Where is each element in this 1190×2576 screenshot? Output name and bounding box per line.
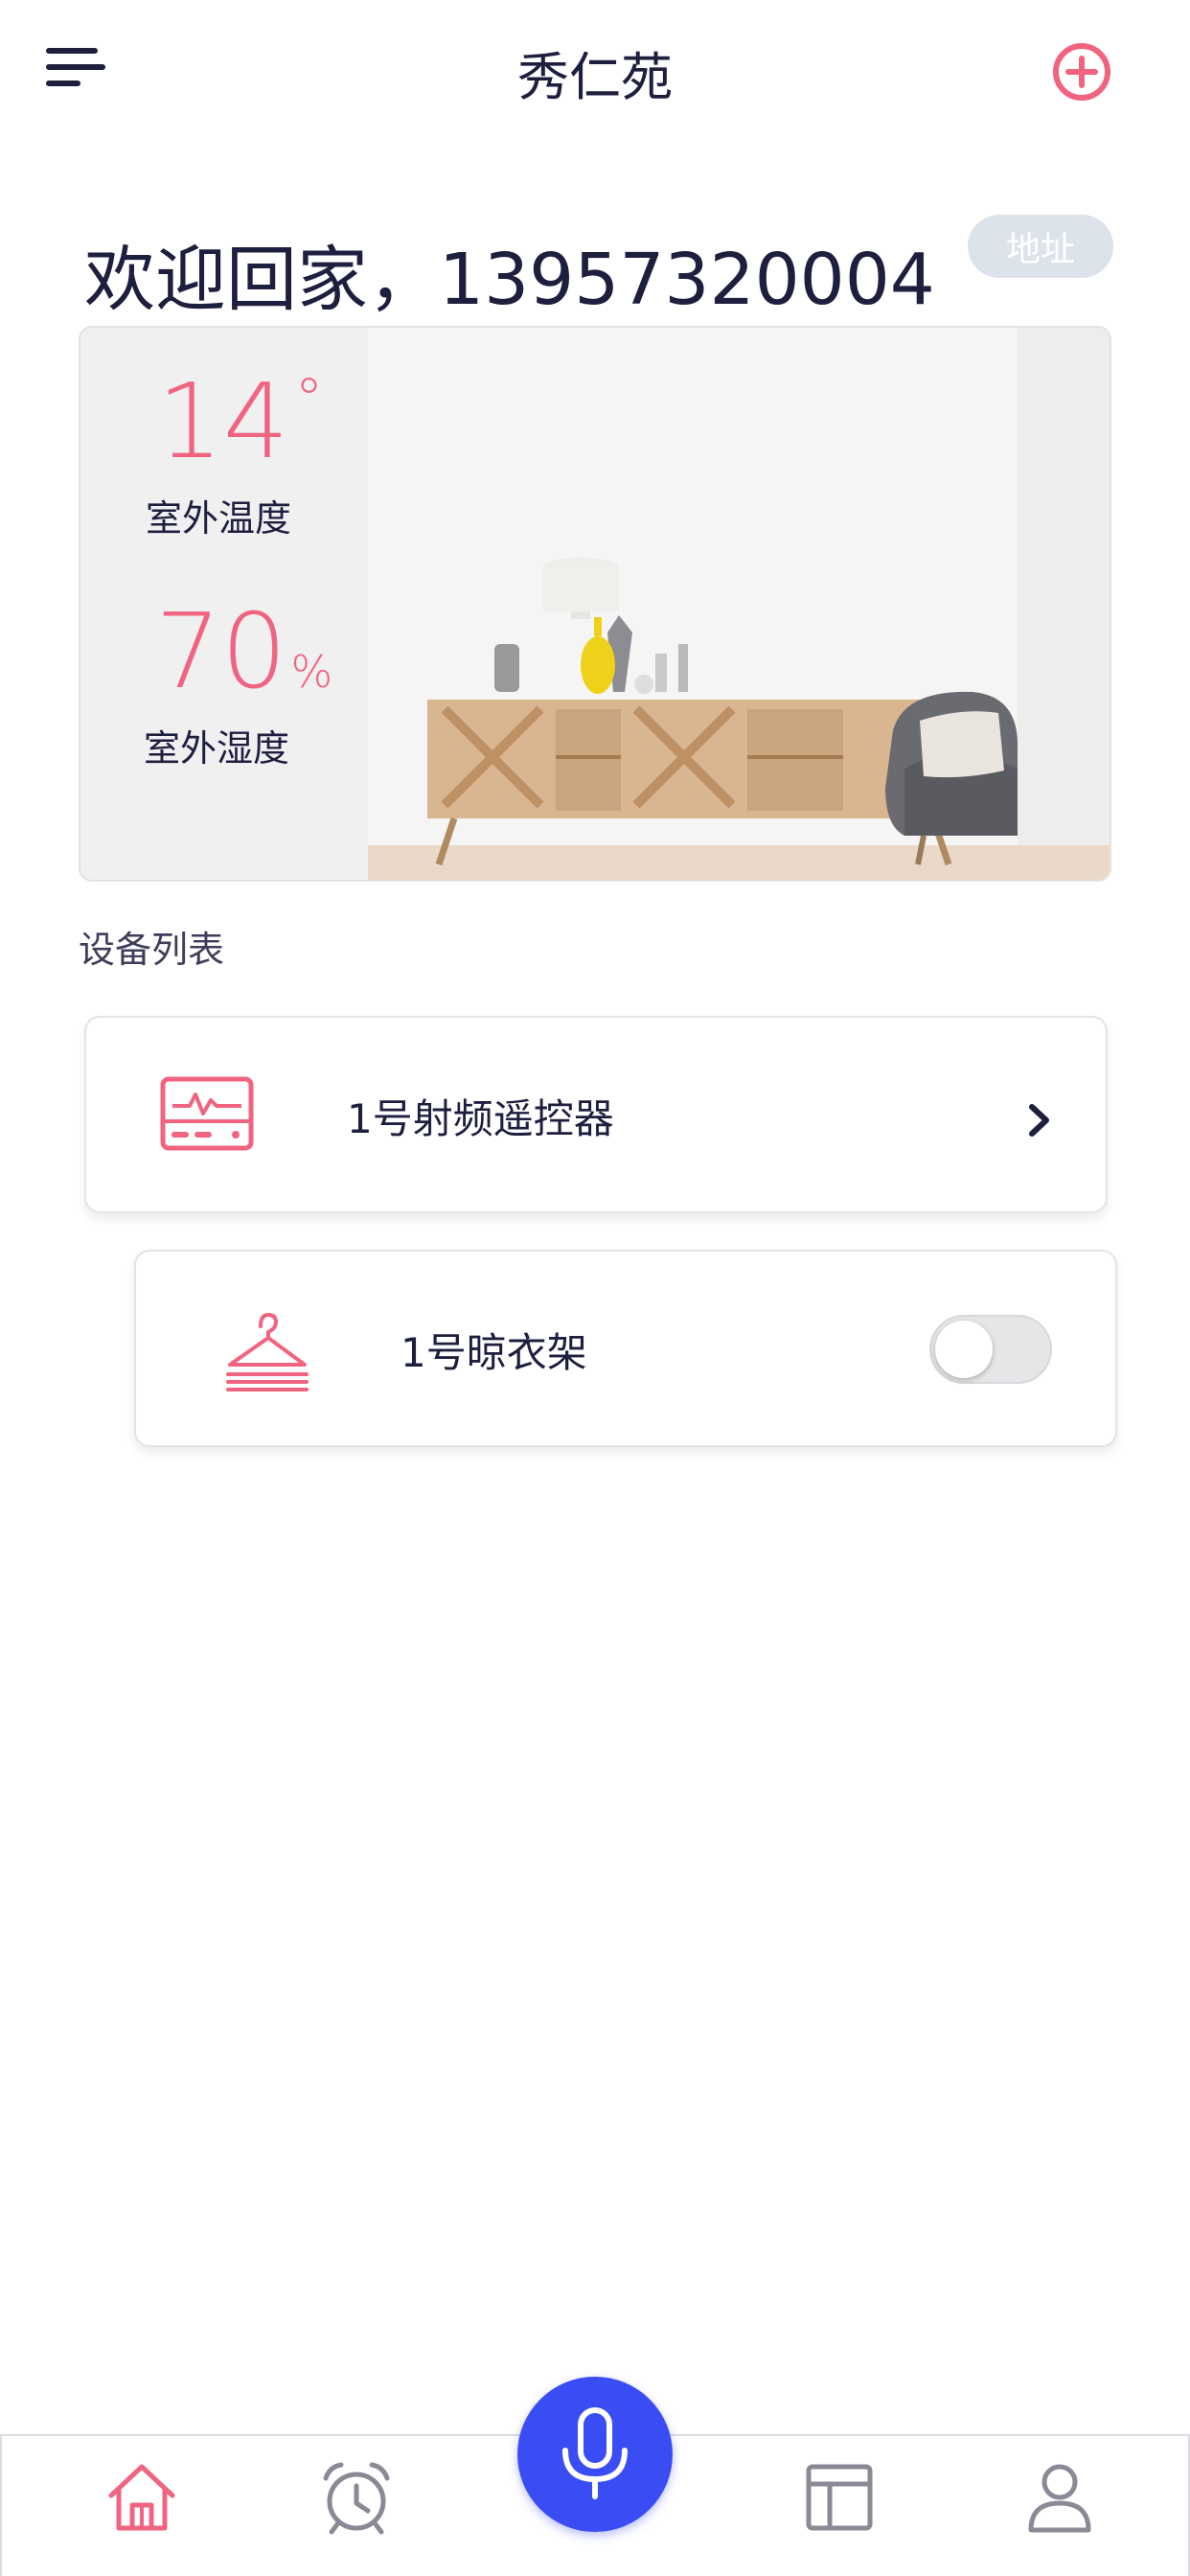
- living-room-illustration: [368, 328, 1110, 880]
- weather-card: 14 ° 室外温度 70% 室外湿度: [79, 326, 1111, 882]
- device-name: 1号射频遥控器: [347, 1095, 614, 1142]
- user-icon[interactable]: [1021, 2459, 1098, 2536]
- device-card-rf-remote[interactable]: 1号射频遥控器: [84, 1016, 1108, 1213]
- voice-button[interactable]: [517, 2377, 673, 2532]
- toggle-knob: [935, 1321, 993, 1378]
- power-toggle[interactable]: [929, 1315, 1052, 1384]
- temperature-value: 14 °: [157, 362, 324, 482]
- welcome-text: 欢迎回家，13957320004: [84, 239, 935, 321]
- humidity-label: 室外湿度: [144, 727, 290, 770]
- clothes-hanger-icon: [226, 1312, 309, 1392]
- microphone-icon: [562, 2407, 628, 2499]
- page-title: 秀仁苑: [517, 47, 673, 107]
- plus-circle-icon[interactable]: [1052, 42, 1111, 102]
- chevron-right-icon[interactable]: [1027, 1102, 1052, 1138]
- home-icon[interactable]: [103, 2459, 180, 2536]
- alarm-clock-icon[interactable]: [318, 2459, 395, 2536]
- layout-icon[interactable]: [801, 2459, 878, 2536]
- temperature-label: 室外温度: [146, 497, 292, 540]
- device-card-clothes-hanger[interactable]: 1号晾衣架: [134, 1250, 1117, 1447]
- device-list-label: 设备列表: [79, 929, 225, 971]
- humidity-value: 70%: [155, 592, 333, 712]
- device-name: 1号晾衣架: [400, 1329, 587, 1376]
- address-button[interactable]: 地址: [968, 215, 1113, 278]
- rf-remote-icon: [160, 1076, 254, 1151]
